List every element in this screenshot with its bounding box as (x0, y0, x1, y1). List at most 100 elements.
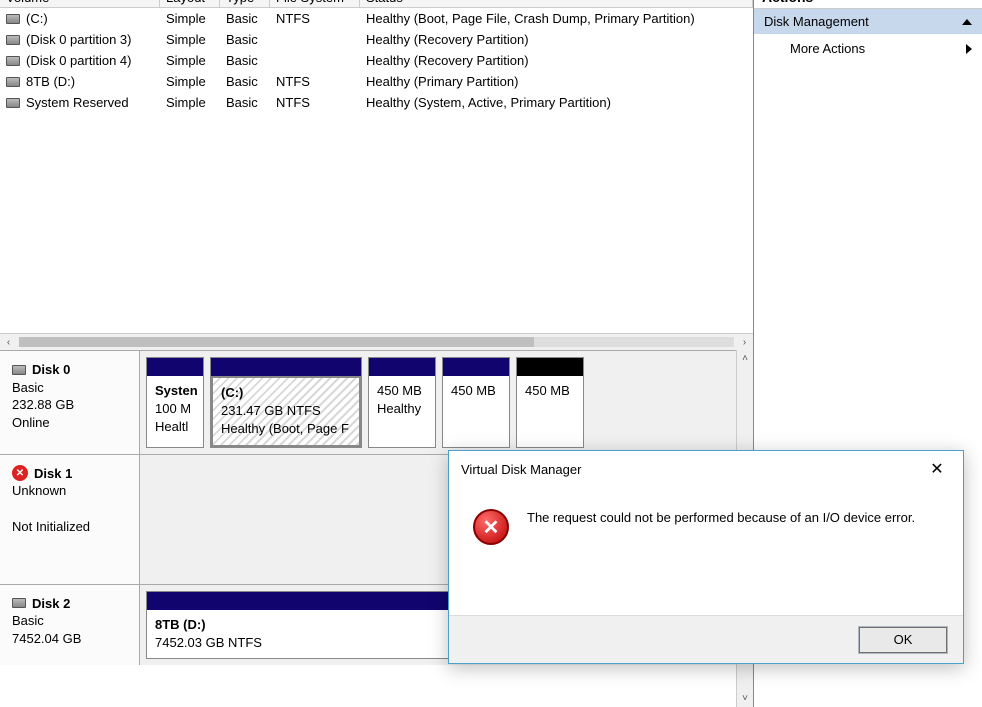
error-icon: ✕ (473, 509, 509, 545)
partition-colorbar (443, 358, 509, 376)
volume-fs: NTFS (270, 10, 360, 27)
partition-colorbar (147, 358, 203, 376)
actions-selected-label: Disk Management (764, 14, 869, 29)
partition-size: 100 M (155, 400, 195, 418)
close-icon[interactable]: ✕ (923, 459, 951, 479)
scroll-down-icon[interactable]: ˅ (737, 690, 753, 707)
volume-row[interactable]: (Disk 0 partition 4) Simple Basic Health… (0, 50, 753, 71)
partition-status: Healthy (Boot, Page F (221, 420, 351, 438)
volume-layout: Simple (160, 94, 220, 111)
partition-colorbar (369, 358, 435, 376)
partition[interactable]: 450 MB (516, 357, 584, 448)
actions-selected[interactable]: Disk Management (754, 9, 982, 34)
partition-colorbar (517, 358, 583, 376)
volume-name: 8TB (D:) (26, 74, 75, 89)
volume-status: Healthy (System, Active, Primary Partiti… (360, 94, 753, 111)
disk-label: ✕ Disk 1 Unknown Not Initialized (0, 455, 140, 584)
volume-list-header: Volume Layout Type File System Status (0, 0, 753, 8)
disk-state: Not Initialized (12, 518, 127, 536)
volume-icon (6, 35, 20, 45)
volume-layout: Simple (160, 31, 220, 48)
disk-row-disk0[interactable]: Disk 0 Basic 232.88 GB Online Systen 100… (0, 350, 736, 454)
volume-row[interactable]: (C:) Simple Basic NTFS Healthy (Boot, Pa… (0, 8, 753, 29)
collapse-icon (962, 19, 972, 25)
volume-name: (Disk 0 partition 3) (26, 32, 131, 47)
volume-icon (6, 14, 20, 24)
partition-name: Systen (155, 382, 195, 400)
partition[interactable]: 450 MB (442, 357, 510, 448)
volume-type: Basic (220, 52, 270, 69)
volume-name: (C:) (26, 11, 48, 26)
volume-row[interactable]: System Reserved Simple Basic NTFS Health… (0, 92, 753, 113)
disk-type: Unknown (12, 482, 127, 500)
volume-fs (270, 31, 360, 48)
disk-icon (12, 598, 26, 608)
volume-type: Basic (220, 73, 270, 90)
disk-label: Disk 0 Basic 232.88 GB Online (0, 351, 140, 454)
error-dialog: Virtual Disk Manager ✕ ✕ The request cou… (448, 450, 964, 664)
scroll-left-icon[interactable]: ‹ (0, 335, 17, 350)
volume-fs (270, 52, 360, 69)
disk-size: 232.88 GB (12, 396, 127, 414)
disk-title: Disk 2 (32, 595, 70, 613)
volume-icon (6, 98, 20, 108)
partition-size: 450 MB (377, 382, 427, 400)
partition-status: Healthy (377, 400, 427, 418)
partition-colorbar (211, 358, 361, 376)
disk-icon (12, 365, 26, 375)
partition-name: (C:) (221, 384, 351, 402)
dialog-message: The request could not be performed becau… (527, 509, 915, 527)
volume-status: Healthy (Primary Partition) (360, 73, 753, 90)
col-volume[interactable]: Volume (0, 0, 160, 7)
col-filesystem[interactable]: File System (270, 0, 360, 7)
actions-more[interactable]: More Actions (754, 34, 982, 63)
partition[interactable]: 450 MB Healthy (368, 357, 436, 448)
partition-size: 231.47 GB NTFS (221, 402, 351, 420)
volume-type: Basic (220, 94, 270, 111)
actions-header: Actions (754, 0, 982, 9)
disk-title: Disk 1 (34, 465, 72, 483)
disk-type: Basic (12, 379, 127, 397)
ok-button[interactable]: OK (859, 627, 947, 653)
horizontal-scrollbar[interactable]: ‹ › (0, 333, 753, 350)
volume-name: System Reserved (26, 95, 129, 110)
disk-size: 7452.04 GB (12, 630, 127, 648)
scroll-right-icon[interactable]: › (736, 335, 753, 350)
disk-state: Online (12, 414, 127, 432)
disk-title: Disk 0 (32, 361, 70, 379)
col-layout[interactable]: Layout (160, 0, 220, 7)
partition-size: 450 MB (525, 382, 575, 400)
volume-icon (6, 56, 20, 66)
actions-more-label: More Actions (790, 41, 865, 56)
scroll-up-icon[interactable]: ˄ (737, 350, 753, 367)
disk-partitions: Systen 100 M Healtl (C:) 231.47 GB NTFS (140, 351, 736, 454)
volume-icon (6, 77, 20, 87)
volume-status: Healthy (Recovery Partition) (360, 52, 753, 69)
scroll-track[interactable] (19, 337, 734, 347)
disk-label: Disk 2 Basic 7452.04 GB (0, 585, 140, 665)
volume-fs: NTFS (270, 73, 360, 90)
volume-status: Healthy (Boot, Page File, Crash Dump, Pr… (360, 10, 753, 27)
col-status[interactable]: Status (360, 0, 753, 7)
partition-size: 450 MB (451, 382, 501, 400)
col-type[interactable]: Type (220, 0, 270, 7)
volume-status: Healthy (Recovery Partition) (360, 31, 753, 48)
disk-type: Basic (12, 612, 127, 630)
volume-list[interactable]: Volume Layout Type File System Status (C… (0, 0, 753, 350)
partition[interactable]: Systen 100 M Healtl (146, 357, 204, 448)
dialog-title: Virtual Disk Manager (461, 462, 581, 477)
dialog-titlebar[interactable]: Virtual Disk Manager ✕ (449, 451, 963, 487)
error-icon: ✕ (12, 465, 28, 481)
volume-layout: Simple (160, 52, 220, 69)
volume-type: Basic (220, 31, 270, 48)
volume-name: (Disk 0 partition 4) (26, 53, 131, 68)
volume-row[interactable]: (Disk 0 partition 3) Simple Basic Health… (0, 29, 753, 50)
volume-row[interactable]: 8TB (D:) Simple Basic NTFS Healthy (Prim… (0, 71, 753, 92)
partition-status: Healtl (155, 418, 195, 436)
volume-type: Basic (220, 10, 270, 27)
volume-fs: NTFS (270, 94, 360, 111)
volume-layout: Simple (160, 73, 220, 90)
expand-icon (966, 44, 972, 54)
volume-layout: Simple (160, 10, 220, 27)
partition[interactable]: (C:) 231.47 GB NTFS Healthy (Boot, Page … (210, 357, 362, 448)
